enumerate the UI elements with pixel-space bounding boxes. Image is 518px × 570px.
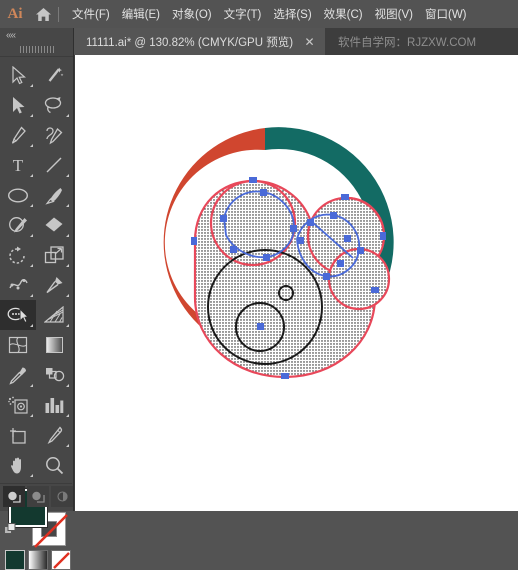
tool-flyout-indicator — [30, 324, 33, 327]
artboard-tool[interactable] — [0, 420, 36, 450]
paintbrush-tool[interactable] — [36, 180, 72, 210]
rotate-tool[interactable] — [0, 240, 36, 270]
donut-chart-artwork — [163, 127, 394, 379]
draw-normal-icon[interactable] — [3, 486, 25, 507]
tool-flyout-indicator — [66, 324, 69, 327]
lasso-tool[interactable] — [36, 90, 72, 120]
magic-wand-tool[interactable] — [36, 60, 72, 90]
illustrator-window: Ai 文件(F) 编辑(E) 对象(O) 文字(T) 选择(S) 效果(C) 视… — [0, 0, 518, 570]
tool-flyout-indicator — [66, 114, 69, 117]
curvature-tool[interactable] — [36, 120, 72, 150]
svg-text:T: T — [13, 156, 24, 174]
draw-behind-icon[interactable] — [27, 486, 49, 507]
selected-artwork-group — [191, 177, 391, 379]
pencil-shaper-tool[interactable] — [0, 210, 36, 240]
lower-right-bump — [327, 247, 391, 311]
panel-collapse-icon[interactable]: «« — [0, 28, 73, 43]
free-transform-tool[interactable] — [36, 270, 72, 300]
document-tab-bar: 11111.ai* @ 130.82% (CMYK/GPU 预览) ✕ 软件自学… — [0, 28, 518, 55]
menu-type[interactable]: 文字(T) — [218, 0, 268, 28]
menu-bar: Ai 文件(F) 编辑(E) 对象(O) 文字(T) 选择(S) 效果(C) 视… — [0, 0, 518, 28]
tool-flyout-indicator — [30, 384, 33, 387]
eyedropper-tool[interactable] — [0, 360, 36, 390]
tool-flyout-indicator — [30, 234, 33, 237]
menu-window[interactable]: 窗口(W) — [419, 0, 473, 28]
ellipse-tool[interactable] — [0, 180, 36, 210]
selection-tool[interactable] — [0, 60, 36, 90]
draw-inside-icon[interactable] — [51, 486, 73, 507]
home-icon[interactable] — [30, 0, 56, 28]
drawing-mode-row — [3, 486, 73, 507]
menu-edit[interactable]: 编辑(E) — [116, 0, 166, 28]
close-icon[interactable]: ✕ — [303, 36, 316, 48]
document-tab-title: 11111.ai* @ 130.82% (CMYK/GPU 预览) — [86, 36, 294, 49]
symbol-sprayer-tool[interactable] — [0, 390, 36, 420]
menu-select[interactable]: 选择(S) — [267, 0, 317, 28]
tool-flyout-indicator — [30, 144, 33, 147]
tool-flyout-indicator — [30, 114, 33, 117]
default-fill-stroke-icon[interactable] — [4, 523, 17, 536]
gradient-icon[interactable] — [28, 550, 48, 570]
tool-flyout-indicator — [66, 384, 69, 387]
app-logo: Ai — [7, 5, 23, 22]
slice-knife-tool[interactable] — [36, 420, 72, 450]
grip-dots-icon — [19, 46, 54, 53]
blend-tool[interactable] — [36, 360, 72, 390]
artboard — [75, 55, 518, 511]
tool-flyout-indicator — [30, 84, 33, 87]
scale-tool[interactable] — [36, 240, 72, 270]
document-canvas[interactable] — [75, 55, 518, 511]
hand-tool[interactable] — [0, 450, 36, 480]
tool-flyout-indicator — [30, 204, 33, 207]
panel-grip-handle[interactable] — [0, 43, 73, 57]
tool-flyout-indicator — [30, 474, 33, 477]
width-warp-tool[interactable] — [0, 270, 36, 300]
toolbar-divider — [0, 483, 72, 484]
menu-file[interactable]: 文件(F) — [66, 0, 116, 28]
perspective-grid-tool[interactable] — [36, 300, 72, 330]
tool-flyout-indicator — [66, 294, 69, 297]
menu-effect[interactable]: 效果(C) — [318, 0, 369, 28]
menu-object[interactable]: 对象(O) — [166, 0, 218, 28]
gradient-tool[interactable] — [36, 330, 72, 360]
tool-flyout-indicator — [30, 264, 33, 267]
color-mode-row — [5, 550, 78, 570]
tools-panel: «« T — [0, 28, 74, 570]
tool-flyout-indicator — [66, 264, 69, 267]
tool-flyout-indicator — [66, 204, 69, 207]
column-graph-tool[interactable] — [36, 390, 72, 420]
eraser-tool[interactable] — [36, 210, 72, 240]
tool-flyout-indicator — [30, 414, 33, 417]
direct-selection-tool[interactable] — [0, 90, 36, 120]
pen-tool[interactable] — [0, 120, 36, 150]
type-tool[interactable]: T — [0, 150, 36, 180]
tool-flyout-indicator — [66, 234, 69, 237]
shape-builder-tool[interactable] — [0, 300, 36, 330]
tool-flyout-indicator — [66, 174, 69, 177]
watermark-text: 软件自学网：RJZXW.COM — [338, 36, 477, 49]
menu-view[interactable]: 视图(V) — [369, 0, 419, 28]
zoom-tool[interactable] — [36, 450, 72, 480]
document-tab[interactable]: 11111.ai* @ 130.82% (CMYK/GPU 预览) ✕ — [74, 28, 326, 55]
line-segment-tool[interactable] — [36, 150, 72, 180]
mesh-tool[interactable] — [0, 330, 36, 360]
tool-flyout-indicator — [30, 294, 33, 297]
tool-flyout-indicator — [66, 414, 69, 417]
menubar-divider — [58, 6, 59, 22]
tool-flyout-indicator — [66, 444, 69, 447]
solid-color-icon[interactable] — [5, 550, 25, 570]
tool-grid: T — [0, 57, 72, 480]
none-slash-icon[interactable] — [51, 550, 71, 570]
tool-flyout-indicator — [30, 174, 33, 177]
